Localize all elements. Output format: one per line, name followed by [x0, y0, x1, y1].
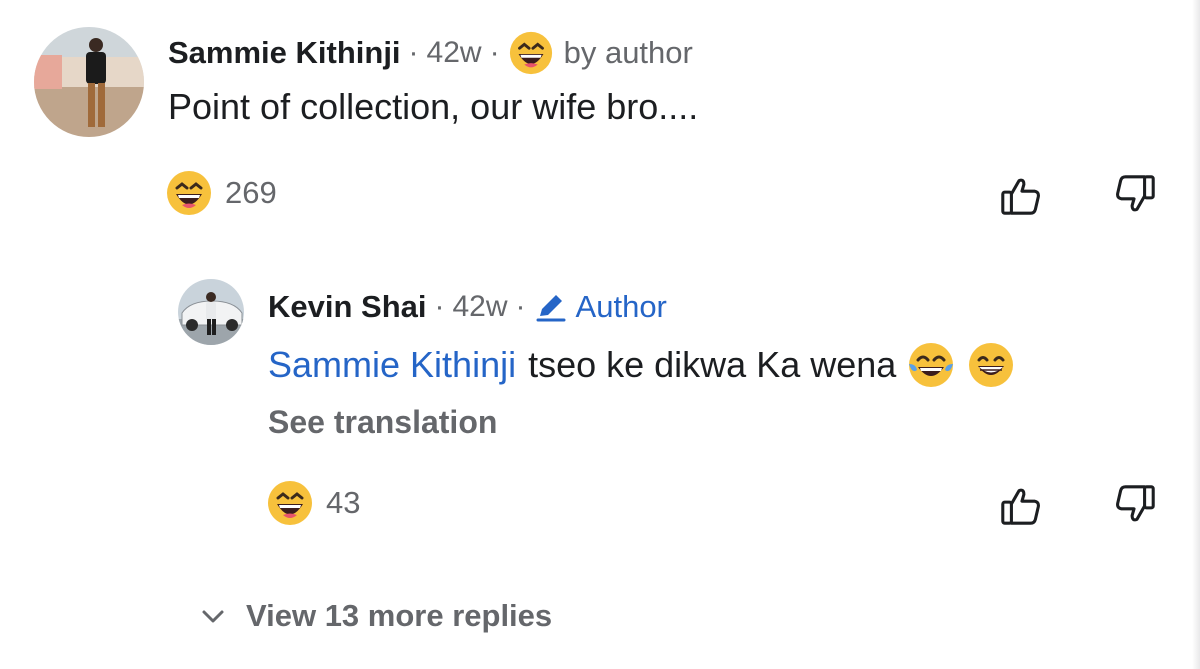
comment-text: Point of collection, our wife bro....: [168, 86, 699, 127]
pencil-icon: [534, 290, 568, 324]
grinning-squinting-face-icon: [266, 479, 314, 527]
reply-text-content: tseo ke dikwa Ka wena: [528, 344, 897, 385]
author-name[interactable]: Kevin Shai: [268, 289, 427, 325]
separator-dot: ·: [408, 36, 419, 69]
thumbs-up-icon[interactable]: [998, 172, 1044, 218]
author-badge: Author: [575, 289, 667, 324]
view-more-replies-label: View 13 more replies: [246, 598, 553, 633]
thumbs-up-icon[interactable]: [998, 482, 1044, 528]
reaction-summary[interactable]: 269: [165, 168, 277, 218]
avatar[interactable]: [178, 279, 244, 345]
separator-dot: ·: [489, 36, 500, 69]
timestamp[interactable]: 42w: [453, 290, 508, 324]
see-translation-link[interactable]: See translation: [268, 404, 497, 441]
reply-header: Kevin Shai · 42w · Author: [268, 285, 667, 329]
face-with-tears-of-joy-icon: [906, 340, 956, 390]
comment-header: Sammie Kithinji · 42w · by author: [168, 30, 693, 76]
separator-dot: ·: [515, 290, 526, 323]
reaction-count: 43: [326, 485, 361, 520]
separator-dot: ·: [434, 290, 445, 323]
comment-thread: Sammie Kithinji · 42w · by author Point …: [0, 0, 1200, 669]
timestamp[interactable]: 42w: [427, 36, 482, 70]
thumbs-down-icon[interactable]: [1112, 172, 1158, 218]
chevron-down-icon: [198, 601, 228, 631]
reply-text: Sammie Kithinji tseo ke dikwa Ka wena: [268, 340, 1016, 390]
grinning-squinting-face-icon: [165, 169, 213, 217]
thumbs-down-icon[interactable]: [1112, 482, 1158, 528]
scroll-edge: [1192, 0, 1200, 669]
by-author-label: by author: [563, 35, 693, 70]
grinning-squinting-face-icon: [508, 30, 554, 76]
reaction-summary[interactable]: 43: [266, 478, 360, 528]
beaming-face-with-smiling-eyes-icon: [966, 340, 1016, 390]
mention-link[interactable]: Sammie Kithinji: [268, 344, 516, 386]
reaction-count: 269: [225, 175, 277, 210]
avatar[interactable]: [34, 27, 144, 137]
author-name[interactable]: Sammie Kithinji: [168, 35, 401, 71]
view-more-replies-button[interactable]: View 13 more replies: [198, 594, 552, 638]
